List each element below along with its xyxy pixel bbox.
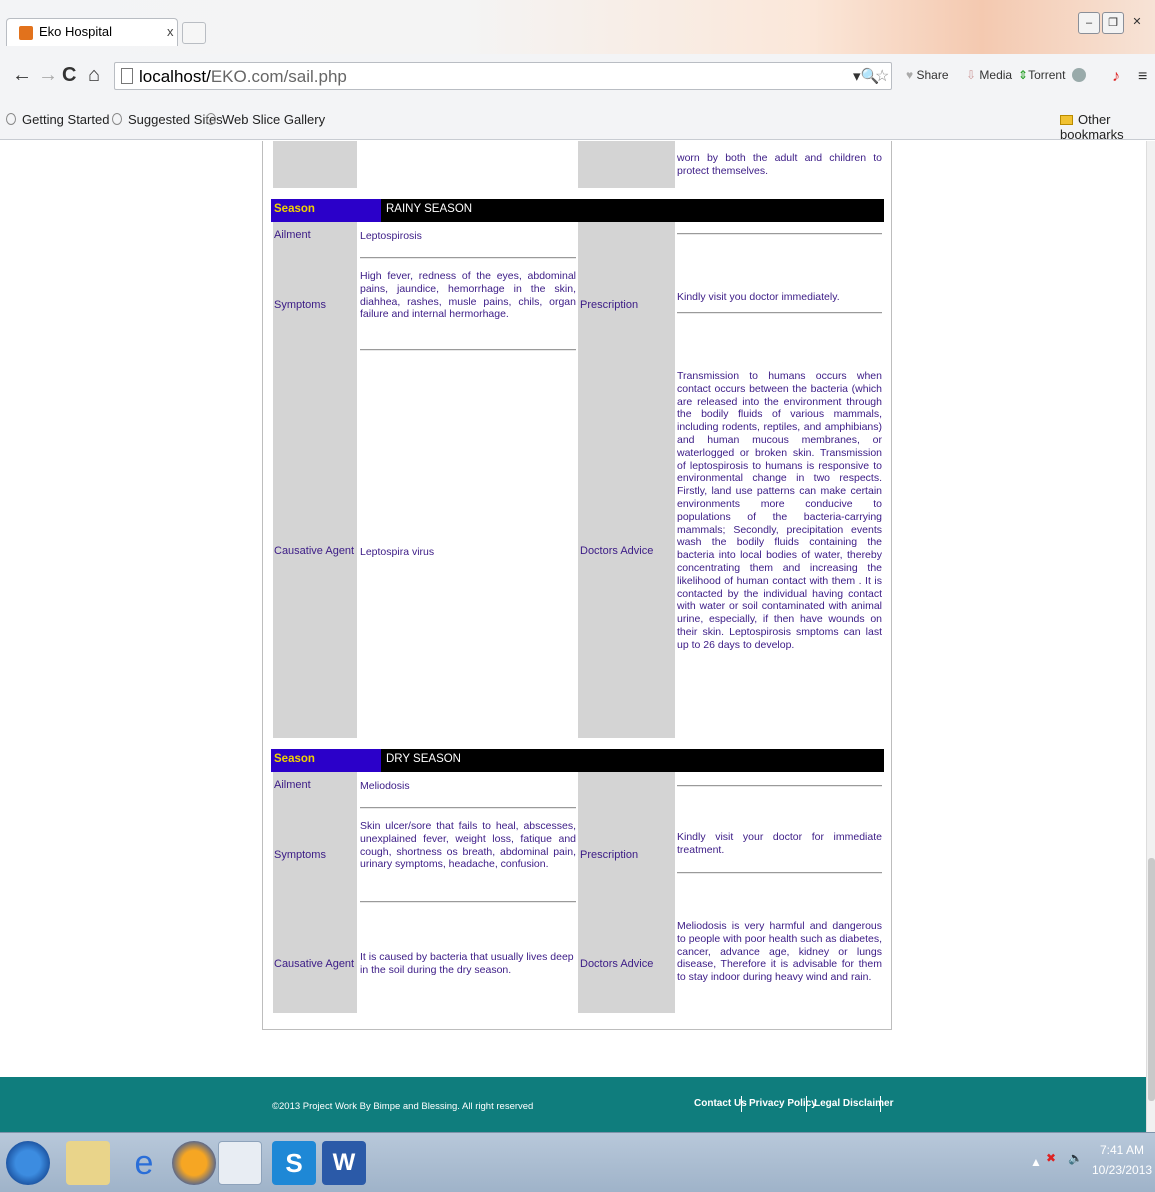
tab-strip: Eko Hospital x – ❐ ✕ bbox=[0, 0, 1155, 54]
divider bbox=[677, 785, 882, 787]
doctors-advice-label: Doctors Advice bbox=[580, 545, 654, 557]
divider bbox=[360, 807, 576, 809]
divider bbox=[741, 1096, 742, 1112]
clock-time[interactable]: 7:41 AM bbox=[1100, 1143, 1144, 1157]
forward-icon[interactable]: → bbox=[38, 64, 58, 87]
causative-agent-label: Causative Agent bbox=[274, 545, 355, 557]
firefox-icon[interactable] bbox=[172, 1141, 216, 1185]
doctors-advice-value: Transmission to humans occurs when conta… bbox=[677, 370, 882, 651]
bookmark-icon bbox=[112, 113, 122, 125]
new-tab-button[interactable] bbox=[182, 22, 206, 44]
music-extension-icon[interactable]: ♪ bbox=[1112, 68, 1120, 86]
contact-us-link[interactable]: Contact Us bbox=[694, 1098, 747, 1109]
season-value: RAINY SEASON bbox=[386, 203, 473, 215]
page-icon bbox=[121, 68, 133, 84]
other-bookmarks[interactable]: Other bookmarks bbox=[1060, 112, 1155, 142]
folder-icon bbox=[1060, 115, 1073, 125]
label-cell bbox=[578, 141, 675, 188]
tab-eko-hospital[interactable]: Eko Hospital x bbox=[6, 18, 178, 46]
ailment-label: Ailment bbox=[274, 779, 311, 791]
bookmark-web-slice-gallery[interactable]: Web Slice Gallery bbox=[206, 112, 325, 127]
symptoms-value: High fever, redness of the eyes, abdomin… bbox=[360, 270, 576, 321]
divider bbox=[677, 872, 882, 874]
label-column bbox=[273, 772, 357, 1013]
vertical-scrollbar[interactable] bbox=[1146, 141, 1155, 1132]
bookmark-getting-started[interactable]: Getting Started bbox=[6, 112, 109, 127]
bookmark-icon bbox=[6, 113, 16, 125]
label-cell bbox=[273, 141, 357, 188]
start-button-icon[interactable] bbox=[6, 1141, 50, 1185]
season-value: DRY SEASON bbox=[386, 753, 461, 765]
tab-title: Eko Hospital bbox=[39, 24, 112, 39]
address-bar[interactable]: localhost/EKO.com/sail.php ▾🔍 ☆ bbox=[114, 62, 892, 90]
network-icon[interactable]: ✖ bbox=[1046, 1151, 1056, 1165]
url-text: localhost/EKO.com/sail.php bbox=[139, 67, 347, 86]
explorer-icon[interactable] bbox=[66, 1141, 110, 1185]
divider bbox=[360, 257, 576, 259]
label-column bbox=[578, 772, 675, 1013]
symptoms-label: Symptoms bbox=[274, 849, 326, 861]
divider bbox=[677, 312, 882, 314]
reload-icon[interactable]: C bbox=[62, 64, 76, 87]
minimize-icon[interactable]: – bbox=[1078, 12, 1100, 34]
share-button[interactable]: ♥ Share bbox=[906, 68, 949, 82]
page-viewport: worn by both the adult and children to p… bbox=[0, 141, 1146, 1132]
symptoms-label: Symptoms bbox=[274, 299, 326, 311]
doctors-advice-label: Doctors Advice bbox=[580, 958, 654, 970]
causative-agent-label: Causative Agent bbox=[274, 958, 355, 970]
home-icon[interactable]: ⌂ bbox=[88, 64, 100, 87]
prescription-label: Prescription bbox=[580, 299, 639, 311]
media-button[interactable]: ⇩ Media bbox=[966, 68, 1012, 82]
divider bbox=[806, 1096, 807, 1112]
causative-agent-value: Leptospira virus bbox=[360, 546, 435, 558]
tab-close-icon[interactable]: x bbox=[167, 24, 174, 39]
bookmark-icon bbox=[206, 113, 216, 125]
clock-date[interactable]: 10/23/2013 bbox=[1092, 1163, 1152, 1177]
prescription-value: Kindly visit your doctor for immediate t… bbox=[677, 831, 882, 856]
season-label: Season bbox=[274, 203, 315, 215]
scrollbar-thumb[interactable] bbox=[1148, 858, 1155, 1101]
site-footer: ©2013 Project Work By Bimpe and Blessing… bbox=[0, 1077, 1146, 1132]
favicon-icon bbox=[19, 26, 33, 40]
divider bbox=[880, 1096, 881, 1112]
extension-icon[interactable] bbox=[1072, 68, 1086, 82]
prescription-value: Kindly visit you doctor immediately. bbox=[677, 291, 840, 303]
back-icon[interactable]: ← bbox=[12, 64, 32, 87]
legal-disclaimer-link[interactable]: Legal Disclaimer bbox=[814, 1098, 893, 1109]
copyright-text: ©2013 Project Work By Bimpe and Blessing… bbox=[272, 1101, 534, 1112]
top-fragment-text: worn by both the adult and children to p… bbox=[677, 152, 882, 177]
tray-expand-icon[interactable]: ▲ bbox=[1030, 1155, 1042, 1169]
skype-icon[interactable]: S bbox=[272, 1141, 316, 1185]
word-icon[interactable]: W bbox=[322, 1141, 366, 1185]
season-label: Season bbox=[274, 753, 315, 765]
taskbar: e S W ▲ ✖ 🔈 7:41 AM 10/23/2013 bbox=[0, 1132, 1155, 1192]
star-icon[interactable]: ☆ bbox=[875, 66, 889, 86]
ailment-label: Ailment bbox=[274, 229, 311, 241]
torrent-button[interactable]: ⇕Torrent bbox=[1018, 68, 1065, 82]
opera-icon[interactable] bbox=[218, 1141, 262, 1185]
ailment-value: Meliodosis bbox=[360, 780, 410, 792]
doctors-advice-value: Meliodosis is very harmful and dangerous… bbox=[677, 920, 882, 984]
divider bbox=[360, 901, 576, 903]
internet-explorer-icon[interactable]: e bbox=[122, 1141, 166, 1185]
divider bbox=[360, 349, 576, 351]
ailment-value: Leptospirosis bbox=[360, 230, 422, 242]
bookmarks-bar: Getting Started Suggested Sites Web Slic… bbox=[0, 100, 1155, 142]
symptoms-value: Skin ulcer/sore that fails to heal, absc… bbox=[360, 820, 576, 871]
prescription-label: Prescription bbox=[580, 849, 639, 861]
causative-agent-value: It is caused by bacteria that usually li… bbox=[360, 951, 574, 976]
volume-icon[interactable]: 🔈 bbox=[1068, 1151, 1083, 1165]
close-window-icon[interactable]: ✕ bbox=[1126, 12, 1148, 34]
restore-icon[interactable]: ❐ bbox=[1102, 12, 1124, 34]
divider bbox=[677, 233, 882, 235]
menu-icon[interactable]: ≡ bbox=[1138, 68, 1147, 86]
